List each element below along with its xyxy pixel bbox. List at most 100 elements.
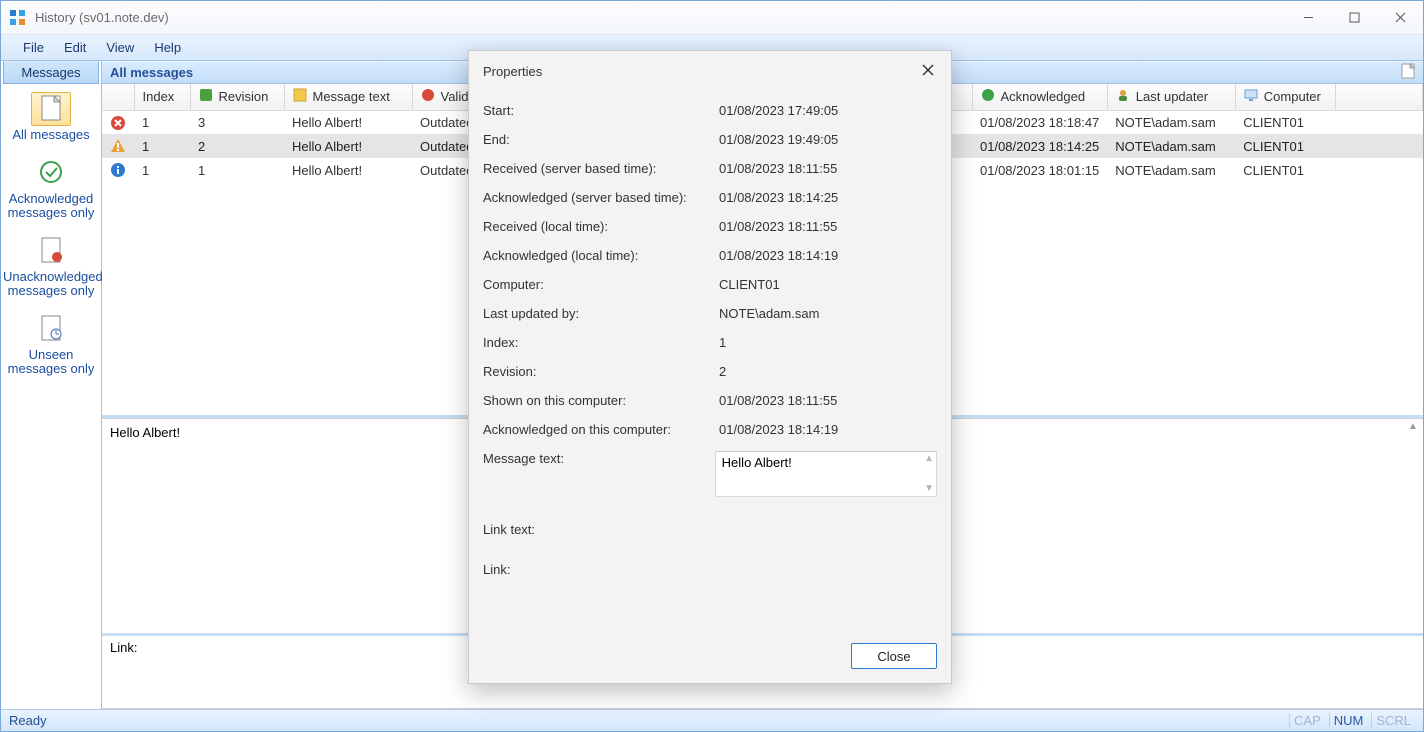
status-cap: CAP xyxy=(1289,713,1325,728)
status-ready: Ready xyxy=(9,713,47,728)
sidebar-item-label: Acknowledged messages only xyxy=(3,192,99,220)
cell-message-text: Hello Albert! xyxy=(284,110,412,134)
cell-last-updater: NOTE\adam.sam xyxy=(1107,134,1235,158)
properties-dialog: Properties Start:01/08/2023 17:49:05End:… xyxy=(468,50,952,684)
property-value: 01/08/2023 18:11:55 xyxy=(719,393,837,408)
property-label: Acknowledged (server based time): xyxy=(483,190,719,205)
statusbar: Ready CAP NUM SCRL xyxy=(1,709,1423,731)
property-label: Message text: xyxy=(483,451,715,497)
check-circle-icon xyxy=(39,160,63,187)
property-row: Shown on this computer:01/08/2023 18:11:… xyxy=(483,386,937,415)
validity-icon xyxy=(421,88,435,105)
col-computer[interactable]: Computer xyxy=(1235,84,1335,110)
cell-computer: CLIENT01 xyxy=(1235,110,1335,134)
cell-message-text: Hello Albert! xyxy=(284,134,412,158)
page-icon[interactable] xyxy=(1401,63,1415,82)
property-row: Acknowledged (local time):01/08/2023 18:… xyxy=(483,241,937,270)
scroll-down-icon: ▼ xyxy=(924,484,934,494)
minimize-button[interactable] xyxy=(1285,3,1331,33)
close-button[interactable]: Close xyxy=(851,643,937,669)
row-status-icon xyxy=(102,158,134,182)
menu-view[interactable]: View xyxy=(96,37,144,58)
menu-file[interactable]: File xyxy=(13,37,54,58)
col-index[interactable]: Index xyxy=(134,84,190,110)
document-alert-icon xyxy=(40,237,62,266)
property-row: Index:1 xyxy=(483,328,937,357)
cell-revision: 1 xyxy=(190,158,284,182)
property-row: Last updated by:NOTE\adam.sam xyxy=(483,299,937,328)
cell-index: 1 xyxy=(134,110,190,134)
revision-icon xyxy=(199,88,213,105)
row-status-icon xyxy=(102,110,134,134)
property-row-message: Message text:Hello Albert!▲▼ xyxy=(483,444,937,504)
col-acknowledged[interactable]: Acknowledged xyxy=(972,84,1107,110)
col-last-updater[interactable]: Last updater xyxy=(1107,84,1235,110)
maximize-button[interactable] xyxy=(1331,3,1377,33)
property-label: End: xyxy=(483,132,719,147)
cell-revision: 3 xyxy=(190,110,284,134)
sidebar-item-label: Unseen messages only xyxy=(3,348,99,376)
section-title: All messages xyxy=(110,65,193,80)
cell-index: 1 xyxy=(134,134,190,158)
sidebar-tab-messages[interactable]: Messages xyxy=(3,61,99,84)
cell-last-updater: NOTE\adam.sam xyxy=(1107,158,1235,182)
property-row: End:01/08/2023 19:49:05 xyxy=(483,125,937,154)
message-text-box[interactable]: Hello Albert!▲▼ xyxy=(715,451,937,497)
property-value: 01/08/2023 18:14:19 xyxy=(719,248,838,263)
property-label: Shown on this computer: xyxy=(483,393,719,408)
col-status[interactable] xyxy=(102,84,134,110)
cell-computer: CLIENT01 xyxy=(1235,158,1335,182)
close-window-button[interactable] xyxy=(1377,3,1423,33)
property-row: Received (server based time):01/08/2023 … xyxy=(483,154,937,183)
property-row: Computer:CLIENT01 xyxy=(483,270,937,299)
menu-help[interactable]: Help xyxy=(144,37,191,58)
sidebar: Messages All messages Acknowledged messa… xyxy=(1,61,102,709)
sidebar-item-all-messages[interactable]: All messages xyxy=(1,88,101,152)
property-row: Revision:2 xyxy=(483,357,937,386)
status-scrl: SCRL xyxy=(1371,713,1415,728)
property-row: Acknowledged (server based time):01/08/2… xyxy=(483,183,937,212)
property-value: CLIENT01 xyxy=(719,277,780,292)
property-value: 01/08/2023 17:49:05 xyxy=(719,103,838,118)
scroll-up-icon: ▲ xyxy=(1408,422,1418,432)
menu-edit[interactable]: Edit xyxy=(54,37,96,58)
cell-computer: CLIENT01 xyxy=(1235,134,1335,158)
property-row: Received (local time):01/08/2023 18:11:5… xyxy=(483,212,937,241)
cell-acknowledged: 01/08/2023 18:01:15 xyxy=(972,158,1107,182)
cell-index: 1 xyxy=(134,158,190,182)
property-label: Start: xyxy=(483,103,719,118)
cell-message-text: Hello Albert! xyxy=(284,158,412,182)
document-icon xyxy=(40,95,62,124)
note-icon xyxy=(293,88,307,105)
dialog-close-button[interactable] xyxy=(917,59,939,84)
property-value: 01/08/2023 19:49:05 xyxy=(719,132,838,147)
sidebar-item-unacknowledged[interactable]: Unacknowledged messages only xyxy=(1,230,101,308)
titlebar: History (sv01.note.dev) xyxy=(1,1,1423,35)
col-revision[interactable]: Revision xyxy=(190,84,284,110)
property-label: Received (server based time): xyxy=(483,161,719,176)
user-icon xyxy=(1116,88,1130,105)
cell-acknowledged: 01/08/2023 18:14:25 xyxy=(972,134,1107,158)
property-value: 1 xyxy=(719,335,726,350)
sidebar-item-label: All messages xyxy=(3,128,99,142)
property-value: 01/08/2023 18:14:19 xyxy=(719,422,838,437)
dialog-title: Properties xyxy=(483,64,542,79)
property-label: Link text: xyxy=(483,522,719,537)
property-label: Computer: xyxy=(483,277,719,292)
message-text-value: Hello Albert! xyxy=(722,455,792,470)
property-label: Acknowledged on this computer: xyxy=(483,422,719,437)
property-value: 01/08/2023 18:11:55 xyxy=(719,219,837,234)
cell-revision: 2 xyxy=(190,134,284,158)
property-row: Acknowledged on this computer:01/08/2023… xyxy=(483,415,937,444)
app-icon xyxy=(9,9,27,27)
link-label: Link: xyxy=(110,640,137,655)
property-row: Link: xyxy=(483,544,937,584)
sidebar-item-acknowledged[interactable]: Acknowledged messages only xyxy=(1,152,101,230)
property-row: Link text: xyxy=(483,504,937,544)
cell-acknowledged: 01/08/2023 18:18:47 xyxy=(972,110,1107,134)
preview-scrollbar[interactable]: ▲ xyxy=(1405,422,1421,432)
property-label: Acknowledged (local time): xyxy=(483,248,719,263)
sidebar-item-unseen[interactable]: Unseen messages only xyxy=(1,308,101,386)
col-message-text[interactable]: Message text xyxy=(284,84,412,110)
property-label: Link: xyxy=(483,562,719,577)
